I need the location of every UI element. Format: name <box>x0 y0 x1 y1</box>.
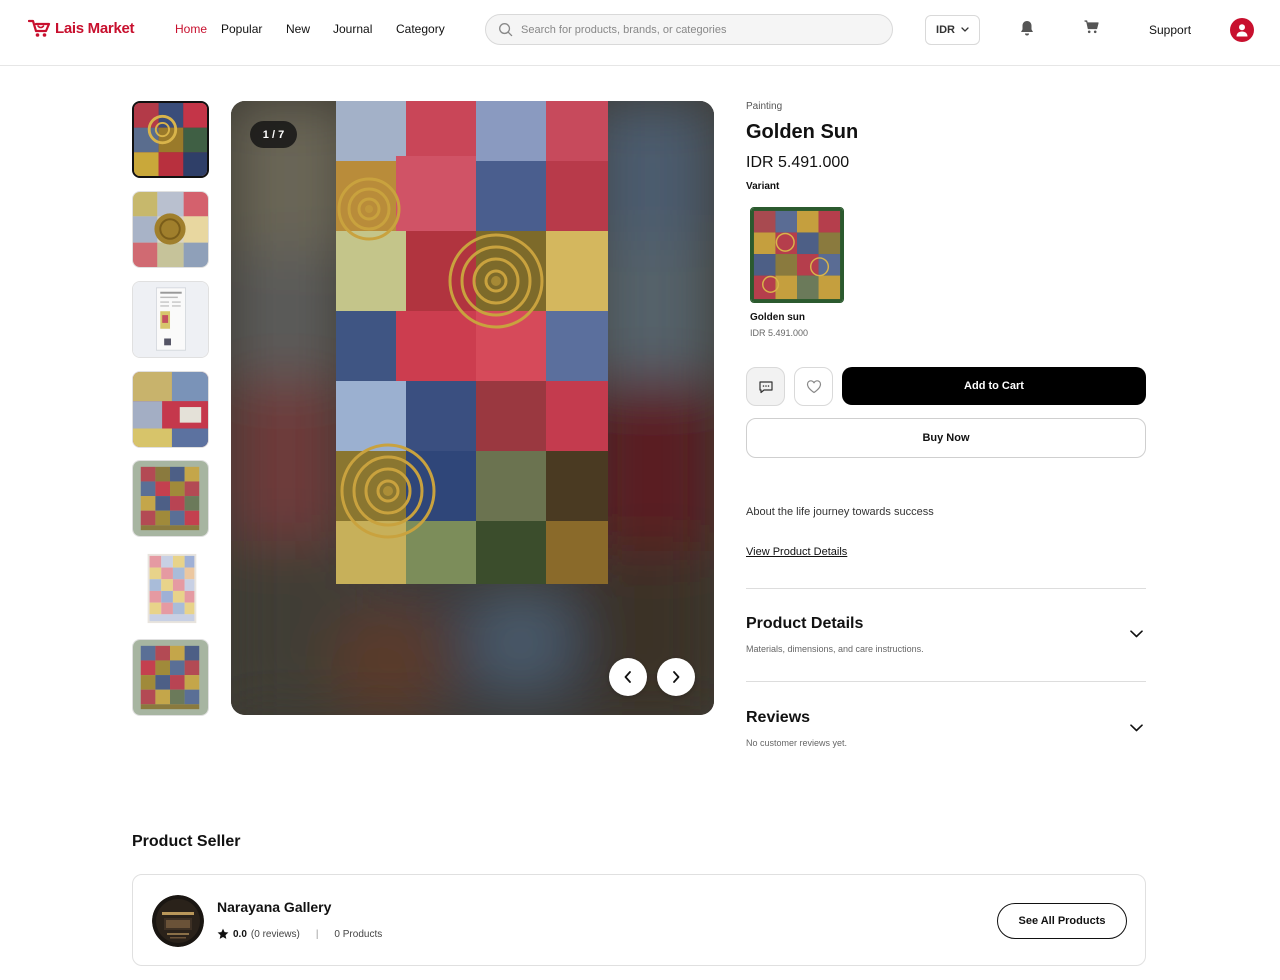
meta-separator: | <box>315 928 319 940</box>
nav-category[interactable]: Category <box>396 22 445 36</box>
main-nav: Home Popular New Journal Category <box>175 22 445 36</box>
product-category: Painting <box>746 101 783 112</box>
main-product-image[interactable]: 1 / 7 <box>231 101 714 715</box>
thumbnail-7[interactable] <box>132 639 209 716</box>
next-image-button[interactable] <box>657 658 695 696</box>
seller-logo-image <box>152 895 204 947</box>
thumbnail-3[interactable] <box>132 281 209 358</box>
currency-value: IDR <box>936 24 955 36</box>
support-link[interactable]: Support <box>1149 23 1191 37</box>
top-header: Lais Market Home Popular New Journal Cat… <box>0 0 1280 66</box>
variant-label: Variant <box>746 181 780 192</box>
chevron-down-icon <box>1129 630 1143 638</box>
product-details-title: Product Details <box>746 615 864 632</box>
chat-seller-button[interactable] <box>746 367 785 406</box>
variant-image <box>751 208 843 302</box>
nav-new[interactable]: New <box>286 22 333 36</box>
currency-selector[interactable]: IDR <box>925 15 980 45</box>
chat-icon <box>758 380 773 393</box>
user-icon <box>1236 24 1248 37</box>
product-details-toggle[interactable] <box>1128 626 1144 642</box>
seller-review-count: (0 reviews) <box>250 928 300 940</box>
seller-product-count: 0 Products <box>334 928 383 940</box>
painting-image <box>336 101 608 584</box>
buy-now-button[interactable]: Buy Now <box>746 418 1146 458</box>
heart-icon <box>806 380 821 394</box>
seller-rating: 0.0 <box>233 928 247 940</box>
seller-avatar[interactable] <box>152 895 204 947</box>
chevron-right-icon <box>673 671 680 683</box>
thumbnail-2[interactable] <box>132 191 209 268</box>
image-counter: 1 / 7 <box>250 121 297 148</box>
search-input[interactable] <box>521 23 861 36</box>
search-bar[interactable] <box>485 14 893 45</box>
cart-button[interactable] <box>1084 20 1099 34</box>
divider <box>746 588 1146 589</box>
brand-name: Lais Market <box>55 19 135 37</box>
variant-price: IDR 5.491.000 <box>750 328 809 338</box>
nav-popular[interactable]: Popular <box>221 22 286 36</box>
nav-home[interactable]: Home <box>175 22 221 36</box>
reviews-subtitle: No customer reviews yet. <box>746 738 848 748</box>
seller-name[interactable]: Narayana Gallery <box>217 899 331 915</box>
chevron-left-icon <box>624 671 631 683</box>
divider <box>746 681 1146 682</box>
seller-meta: 0.0 (0 reviews) | 0 Products <box>217 928 382 940</box>
seller-section-heading: Product Seller <box>132 833 241 850</box>
chevron-down-icon <box>961 27 969 32</box>
product-price: IDR 5.491.000 <box>746 154 850 171</box>
thumbnail-1[interactable] <box>132 101 209 178</box>
reviews-title: Reviews <box>746 709 811 726</box>
seller-card: Narayana Gallery 0.0 (0 reviews) | 0 Pro… <box>132 874 1146 966</box>
thumbnail-6[interactable] <box>132 550 209 627</box>
variant-name: Golden sun <box>750 312 805 323</box>
thumbnail-5[interactable] <box>132 460 209 537</box>
cart-icon <box>1084 20 1099 34</box>
search-icon <box>499 23 513 37</box>
view-product-details-link[interactable]: View Product Details <box>746 546 847 558</box>
product-details-subtitle: Materials, dimensions, and care instruct… <box>746 644 924 654</box>
previous-image-button[interactable] <box>609 658 647 696</box>
chevron-down-icon <box>1129 724 1143 732</box>
add-to-cart-button[interactable]: Add to Cart <box>842 367 1146 405</box>
see-all-products-button[interactable]: See All Products <box>997 903 1127 939</box>
thumbnail-4[interactable] <box>132 371 209 448</box>
user-avatar-button[interactable] <box>1230 18 1254 42</box>
brand-logo[interactable]: Lais Market <box>28 18 135 38</box>
reviews-toggle[interactable] <box>1128 720 1144 736</box>
product-description: About the life journey towards success <box>746 506 934 518</box>
product-title: Golden Sun <box>746 121 859 143</box>
star-icon <box>217 928 229 939</box>
notification-button[interactable] <box>1020 20 1034 37</box>
nav-journal[interactable]: Journal <box>333 22 396 36</box>
wishlist-button[interactable] <box>794 367 833 406</box>
variant-option[interactable] <box>750 207 844 303</box>
cart-logo-icon <box>28 19 51 37</box>
bell-icon <box>1021 21 1033 36</box>
